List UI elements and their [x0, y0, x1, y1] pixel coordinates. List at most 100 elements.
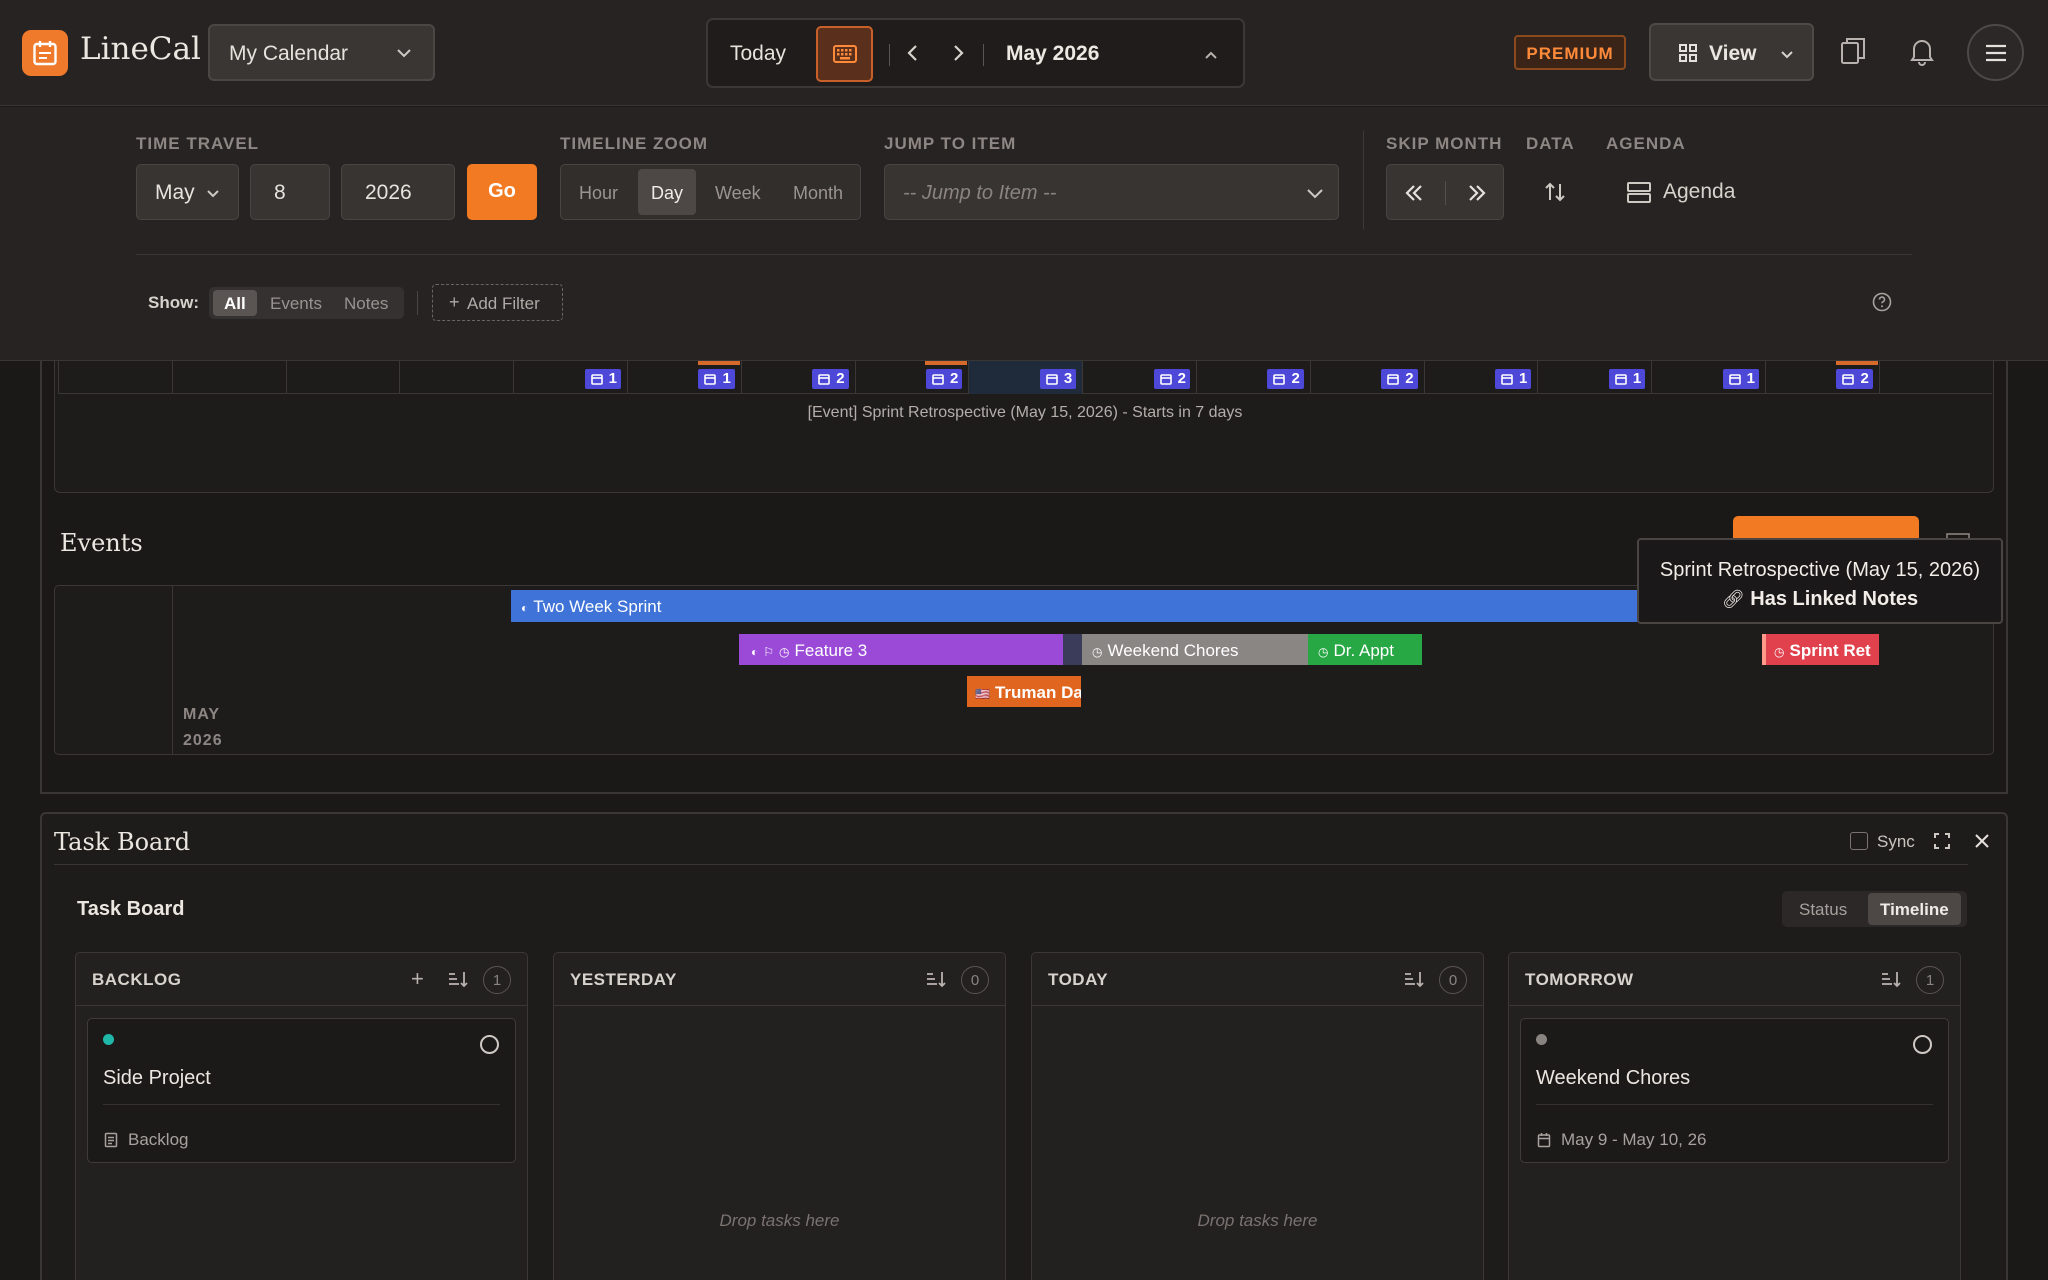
day-input[interactable]: 8 [250, 164, 330, 220]
event-count-badge[interactable]: 2 [812, 369, 849, 389]
go-button[interactable]: Go [467, 164, 537, 220]
event-bar-label: Weekend Chores [1107, 641, 1239, 660]
zoom-option-day[interactable]: Day [638, 169, 697, 215]
divider [983, 44, 984, 66]
month-select-value: May [155, 181, 195, 204]
bell-icon[interactable] [1909, 36, 1935, 66]
day-cell[interactable]: 2 [854, 361, 969, 394]
filter-option-notes[interactable]: Notes [344, 294, 388, 314]
toggle-status[interactable]: Status [1799, 900, 1847, 920]
divider [1536, 1104, 1933, 1105]
task-title: Side Project [103, 1067, 211, 1089]
zoom-option-week[interactable]: Week [715, 183, 761, 204]
event-count-badge[interactable]: 2 [1267, 369, 1304, 389]
day-cell[interactable]: 1 [1651, 361, 1765, 394]
app-logo[interactable] [22, 30, 68, 76]
year-input[interactable]: 2026 [341, 164, 455, 220]
controls-panel: TIME TRAVEL May 8 2026 Go TIMELINE ZOOM … [0, 107, 2048, 361]
event-count-badge[interactable]: 1 [584, 369, 621, 389]
expand-icon[interactable] [1933, 832, 1951, 850]
day-cell[interactable] [58, 361, 172, 394]
sort-icon[interactable] [1880, 970, 1902, 988]
event-count-badge[interactable]: 2 [1381, 369, 1418, 389]
event-bar-sprint-retrospective[interactable]: ◷ Sprint Ret [1762, 634, 1879, 665]
event-count-badge[interactable]: 1 [1608, 369, 1646, 389]
today-button[interactable]: Today [730, 42, 786, 66]
calendar-logo-icon [33, 41, 57, 66]
event-count-badge[interactable]: 1 [1722, 369, 1759, 389]
day-cell[interactable] [1878, 361, 1993, 394]
calendar-icon [1046, 374, 1058, 385]
event-count-badge[interactable]: 3 [1039, 369, 1077, 389]
day-cell[interactable]: 2 [1082, 361, 1196, 394]
day-cell[interactable] [171, 361, 286, 394]
chevrons-right-icon[interactable] [1466, 183, 1488, 203]
main-menu-button[interactable] [1967, 24, 2024, 81]
complete-toggle-icon[interactable] [1913, 1035, 1932, 1054]
event-bar-dr-appt[interactable]: ◷ Dr. Appt [1308, 634, 1422, 665]
view-button[interactable]: View [1649, 23, 1814, 81]
filter-option-events[interactable]: Events [270, 294, 322, 314]
task-card-side-project[interactable]: Side Project Backlog [87, 1018, 516, 1163]
day-cell[interactable]: 1 [1537, 361, 1651, 394]
jump-to-item-select[interactable]: -- Jump to Item -- [884, 164, 1339, 220]
current-month-label[interactable]: May 2026 [1006, 42, 1099, 66]
month-select[interactable]: May [136, 164, 239, 220]
day-cell[interactable]: 2 [1765, 361, 1879, 394]
zoom-option-hour[interactable]: Hour [579, 183, 618, 204]
calendar-select[interactable]: My Calendar [208, 24, 435, 81]
column-title: BACKLOG [92, 970, 182, 989]
day-cell[interactable]: 2 [1196, 361, 1310, 394]
day-cell[interactable]: 1 [1423, 361, 1538, 394]
day-cell[interactable]: 3 [968, 361, 1083, 394]
documents-icon[interactable] [1839, 36, 1867, 66]
timeline-day-grid: 1 1 2 2 3 2 2 2 1 1 1 2 [Event] Sprint Retrospectiv… [54, 361, 1994, 493]
filter-option-all[interactable]: All [213, 290, 257, 316]
event-bar-feature-3[interactable]: ◐ ⚐ ◷ Feature 3 [739, 634, 1063, 665]
day-cell[interactable]: 2 [1309, 361, 1424, 394]
calendar-icon [704, 374, 717, 385]
sort-icon[interactable] [1403, 970, 1425, 988]
event-count: 1 [1519, 370, 1528, 387]
day-cell[interactable]: 2 [740, 361, 855, 394]
event-count: 2 [836, 370, 845, 387]
task-card-weekend-chores[interactable]: Weekend Chores May 9 - May 10, 26 [1520, 1018, 1949, 1163]
day-cell[interactable] [285, 361, 400, 394]
event-count-badge[interactable]: 2 [1153, 369, 1190, 389]
event-count-badge[interactable]: 2 [926, 369, 963, 389]
toggle-timeline[interactable]: Timeline [1868, 893, 1961, 925]
premium-badge[interactable]: PREMIUM [1514, 35, 1626, 70]
close-icon[interactable] [1974, 833, 1990, 849]
event-bar-truman-day[interactable]: 🇺🇸 Truman Da [967, 676, 1081, 707]
day-cell[interactable] [399, 361, 513, 394]
chevron-down-icon [1781, 51, 1793, 59]
jump-to-item-placeholder: -- Jump to Item -- [903, 182, 1057, 204]
event-count: 2 [1405, 370, 1414, 387]
event-count-badge[interactable]: 1 [1495, 369, 1532, 389]
complete-toggle-icon[interactable] [480, 1035, 499, 1054]
event-count-badge[interactable]: 1 [698, 369, 735, 389]
sort-icon[interactable] [447, 970, 469, 988]
add-filter-button[interactable]: + Add Filter [432, 284, 563, 321]
month-label-month: MAY [183, 706, 221, 723]
chevron-left-icon[interactable] [900, 40, 926, 66]
sort-arrows-icon[interactable] [1544, 180, 1566, 204]
event-count: 1 [722, 370, 731, 387]
day-cell[interactable]: 1 [627, 361, 741, 394]
help-circle-icon[interactable] [1872, 292, 1892, 312]
sort-icon[interactable] [925, 970, 947, 988]
keyboard-shortcuts-button[interactable] [816, 26, 873, 82]
chevron-up-icon[interactable] [1202, 46, 1220, 64]
add-task-icon[interactable]: + [411, 966, 424, 992]
zoom-option-month[interactable]: Month [793, 183, 843, 204]
event-bar-two-week-sprint[interactable]: ◐ Two Week Sprint [511, 590, 1656, 622]
chevron-right-icon[interactable] [945, 40, 971, 66]
event-count-badge[interactable]: 2 [1836, 369, 1873, 389]
event-bar-weekend-chores[interactable]: ◷ Weekend Chores [1082, 634, 1308, 665]
column-count: 1 [1916, 966, 1944, 994]
day-cell[interactable]: 1 [513, 361, 627, 394]
sync-checkbox[interactable] [1850, 832, 1868, 850]
agenda-button[interactable]: Agenda [1626, 177, 1738, 209]
agenda-button-label: Agenda [1663, 180, 1736, 203]
chevrons-left-icon[interactable] [1403, 183, 1425, 203]
